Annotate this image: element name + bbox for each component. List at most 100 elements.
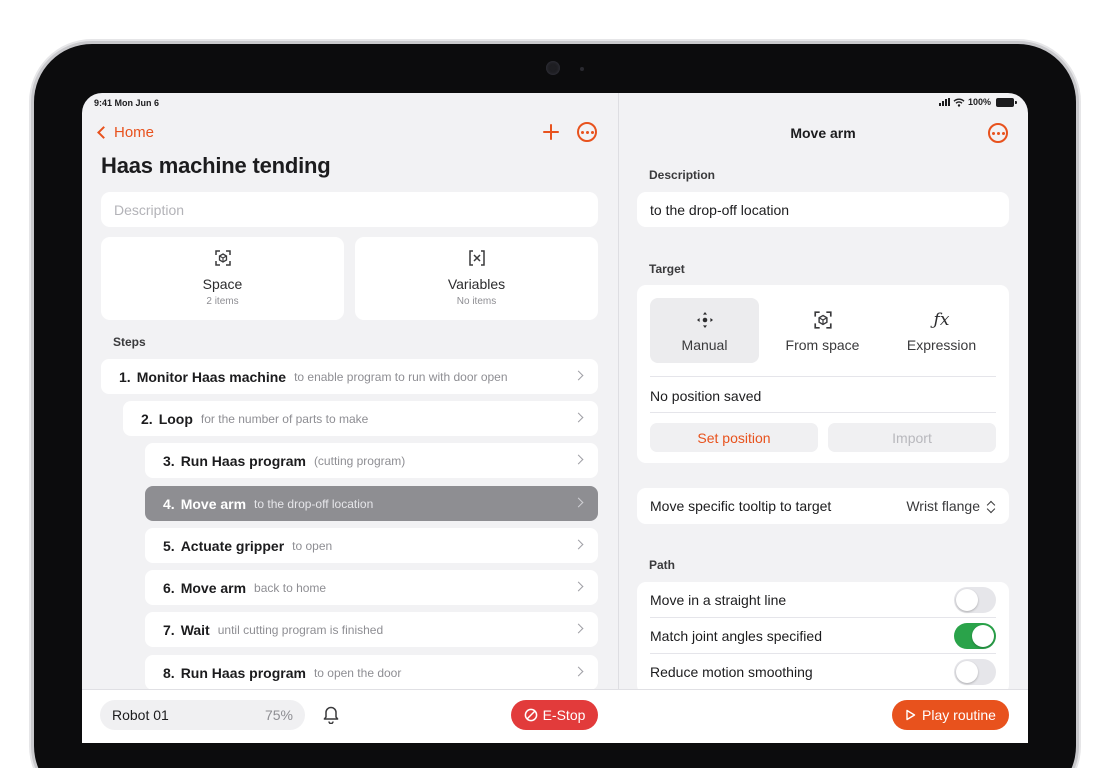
target-label: Target [649,262,685,276]
import-button[interactable]: Import [828,423,996,452]
battery-percent: 100% [967,97,991,107]
play-routine-button[interactable]: Play routine [892,700,1009,730]
robot-selector[interactable]: Robot 01 75% [100,700,305,730]
chevron-right-icon [573,666,584,677]
space-card-count: 2 items [206,296,239,307]
play-routine-label: Play routine [922,707,996,723]
front-camera [546,61,560,75]
step-row[interactable]: 7. Wait until cutting program is finishe… [145,612,598,647]
tooltip-value: Wrist flange [906,498,980,514]
play-icon [906,709,916,721]
bell-icon[interactable] [322,704,340,724]
space-card-title: Space [202,276,243,292]
target-mode-expression[interactable]: ƒx Expression [887,298,996,363]
description-value: to the drop-off location [650,201,790,218]
camera-sensor [580,67,584,71]
path-option-row: Reduce motion smoothing [650,659,996,685]
pane-divider [618,93,619,689]
estop-button[interactable]: E-Stop [511,700,598,730]
detail-title: Move arm [790,125,856,141]
space-icon [214,250,231,266]
target-mode-label: From space [785,337,860,353]
chevron-left-icon [97,126,110,139]
bottom-toolbar: Robot 01 75% E-Stop Play routine [82,689,1028,743]
space-card[interactable]: Space 2 items [101,237,344,320]
set-position-button[interactable]: Set position [650,423,818,452]
routine-more-button[interactable] [577,122,597,142]
step-detail: back to home [254,580,327,595]
chevron-right-icon [573,370,584,381]
move-arrows-icon [695,310,715,330]
stop-icon [524,708,537,722]
chevron-right-icon [573,497,584,508]
variables-card-count: No items [456,296,497,307]
robot-name: Robot 01 [112,707,169,723]
step-name: Move arm [180,579,247,596]
tooltip-label: Move specific tooltip to target [650,498,832,515]
step-row[interactable]: 8. Run Haas program to open the door [145,655,598,690]
match-joint-angles-toggle[interactable] [954,623,996,649]
step-number: 3. [163,452,175,469]
reduce-smoothing-toggle[interactable] [954,659,996,685]
variables-card-title: Variables [447,276,506,292]
description-label: Description [649,168,716,182]
app-screen: 9:41 Mon Jun 6 100% Home Haas machine te… [82,93,1028,743]
step-name: Move arm [180,495,247,512]
step-name: Loop [158,410,193,427]
step-row-selected[interactable]: 4. Move arm to the drop-off location [145,486,598,521]
steps-section-label: Steps [113,335,146,349]
step-name: Monitor Haas machine [136,368,287,385]
step-name: Run Haas program [180,664,306,681]
path-option-row: Move in a straight line [650,587,996,613]
step-row[interactable]: 3. Run Haas program (cutting program) [145,443,598,478]
target-mode-from-space[interactable]: From space [768,298,877,363]
description-placeholder: Description [114,201,185,218]
path-options-card: Move in a straight line Match joint angl… [637,582,1009,694]
step-number: 8. [163,664,175,681]
step-number: 5. [163,537,175,554]
space-icon [813,310,833,330]
variables-card[interactable]: Variables No items [355,237,598,320]
chevron-right-icon [573,539,584,550]
step-detail: to open the door [313,665,402,680]
target-divider [650,376,996,377]
step-detail: for the number of parts to make [200,411,369,426]
path-label: Path [649,558,676,572]
wifi-icon [953,98,965,107]
back-home-link[interactable]: Home [96,124,154,141]
step-number: 4. [163,495,175,512]
step-row[interactable]: 1. Monitor Haas machine to enable progra… [101,359,598,394]
target-mode-manual[interactable]: Manual [650,298,759,363]
step-detail: to the drop-off location [254,496,374,511]
step-name: Actuate gripper [180,537,285,554]
back-label: Home [114,124,155,141]
routine-description-input[interactable]: Description [101,192,598,227]
step-row[interactable]: 6. Move arm back to home [145,570,598,605]
step-row[interactable]: 2. Loop for the number of parts to make [123,401,598,436]
cellular-signal-icon [938,98,950,106]
add-step-button[interactable] [540,121,562,143]
routine-pane: Home Haas machine tending Description Sp… [82,93,618,690]
chevron-right-icon [573,412,584,423]
step-detail: (cutting program) [313,453,406,468]
status-indicators: 100% [938,97,1017,107]
target-card: Manual From space ƒx Expression No posit… [637,285,1009,463]
detail-more-button[interactable] [988,123,1008,143]
step-detail: to open [292,538,333,553]
step-description-input[interactable]: to the drop-off location [637,192,1009,227]
straight-line-toggle[interactable] [954,587,996,613]
path-option-row: Match joint angles specified [650,623,996,649]
step-number: 7. [163,621,175,638]
tooltip-select[interactable]: Wrist flange [906,498,996,514]
step-number: 6. [163,579,175,596]
step-row[interactable]: 5. Actuate gripper to open [145,528,598,563]
function-icon: ƒx [933,310,950,330]
chevron-up-down-icon [986,500,996,514]
chevron-right-icon [573,623,584,634]
path-option-label: Move in a straight line [650,592,787,608]
page-title: Haas machine tending [101,153,331,178]
position-status: No position saved [650,388,762,404]
step-number: 1. [119,368,131,385]
step-detail: to enable program to run with door open [294,369,508,384]
tooltip-selector-row[interactable]: Move specific tooltip to target Wrist fl… [637,488,1009,524]
